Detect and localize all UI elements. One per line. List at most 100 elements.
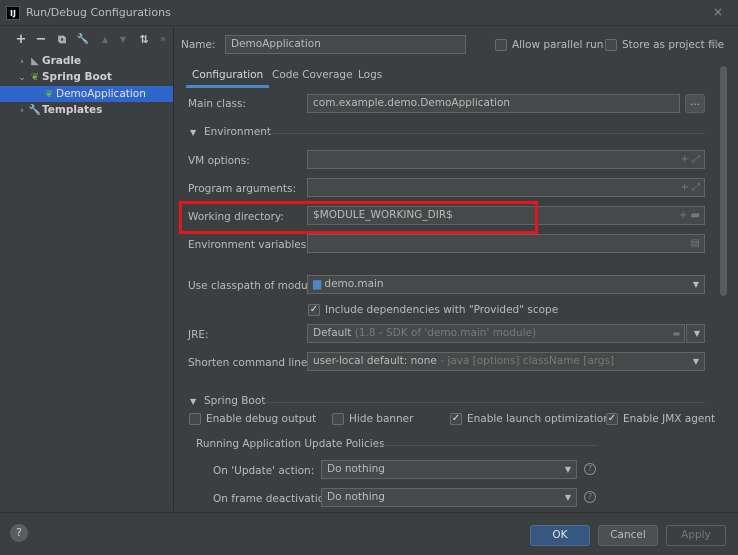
help-button[interactable]: ?	[10, 524, 28, 542]
enable-launch-optimization-label: Enable launch optimization	[467, 413, 610, 425]
enable-debug-output-checkbox[interactable]	[189, 413, 201, 425]
collapse-triangle-icon[interactable]: ▼	[190, 397, 196, 406]
folder-icon[interactable]: + ▬	[679, 207, 700, 224]
classpath-module-label: Use classpath of module:	[188, 280, 321, 292]
classpath-module-value: demo.main	[324, 278, 384, 290]
jre-select[interactable]: Default (1.8 - SDK of 'demo.main' module…	[307, 324, 685, 343]
copy-icon[interactable]: ⧉	[55, 33, 69, 47]
ok-button[interactable]: OK	[530, 525, 590, 546]
red-highlight-box	[179, 201, 538, 234]
name-input[interactable]: DemoApplication	[225, 35, 466, 54]
tab-code-coverage[interactable]: Code Coverage	[266, 66, 359, 88]
include-dependencies-checkbox[interactable]: ✓	[308, 304, 320, 316]
enable-jmx-agent-label: Enable JMX agent	[623, 413, 716, 425]
main-class-label: Main class:	[188, 98, 247, 110]
update-policies-title: Running Application Update Policies	[196, 438, 385, 450]
dropdown-arrow-icon: ▼	[564, 465, 571, 474]
jre-dropdown-button[interactable]: ▼	[686, 324, 705, 343]
environment-section-title: Environment	[204, 126, 272, 138]
program-arguments-input[interactable]: + ⤢	[307, 178, 705, 197]
edit-list-icon[interactable]: ▤	[691, 235, 700, 252]
vm-options-input[interactable]: + ⤢	[307, 150, 705, 169]
cancel-button[interactable]: Cancel	[598, 525, 658, 546]
tree-item-label: Spring Boot	[42, 71, 112, 83]
tab-logs[interactable]: Logs	[352, 66, 388, 88]
wrench-icon[interactable]: 🔧	[76, 33, 90, 47]
wrench-icon: 🔧	[28, 105, 42, 116]
on-update-select[interactable]: Do nothing ▼	[321, 460, 577, 479]
jre-label: JRE:	[188, 329, 209, 341]
vertical-scrollbar[interactable]	[720, 66, 727, 296]
dropdown-arrow-icon: ▼	[693, 329, 700, 338]
environment-variables-input[interactable]: ▤	[307, 234, 705, 253]
sort-icon[interactable]: ⇅	[137, 33, 151, 47]
shorten-command-line-label: Shorten command line:	[188, 357, 311, 369]
enable-jmx-agent-checkbox[interactable]: ✓	[606, 413, 618, 425]
shorten-command-line-select[interactable]: user-local default: none - java [options…	[307, 352, 705, 371]
intellij-app-icon: IJ	[6, 6, 20, 20]
program-arguments-label: Program arguments:	[188, 183, 296, 195]
on-frame-deactivation-label: On frame deactivation:	[213, 493, 335, 505]
tab-configuration[interactable]: Configuration	[186, 66, 270, 88]
on-frame-deactivation-select[interactable]: Do nothing ▼	[321, 488, 577, 507]
main-class-input[interactable]: com.example.demo.DemoApplication	[307, 94, 680, 113]
on-update-value: Do nothing	[327, 463, 385, 475]
shorten-value: user-local default: none	[313, 355, 437, 367]
tree-item-label: Gradle	[42, 55, 82, 67]
hide-banner-label: Hide banner	[349, 413, 414, 425]
tree-item-label: DemoApplication	[56, 88, 146, 100]
collapse-triangle-icon[interactable]: ▼	[190, 128, 196, 137]
expand-icon[interactable]: + ⤢	[680, 179, 700, 196]
tree-item-spring-boot[interactable]: ⌄ ❦ Spring Boot	[0, 69, 173, 85]
dropdown-arrow-icon: ▼	[692, 357, 699, 366]
tree-item-demo-application[interactable]: ❦ DemoApplication	[0, 86, 173, 102]
jre-hint: (1.8 - SDK of 'demo.main' module)	[354, 327, 537, 339]
apply-button[interactable]: Apply	[666, 525, 726, 546]
classpath-module-select[interactable]: ▆ demo.main ▼	[307, 275, 705, 294]
remove-icon[interactable]: −	[34, 33, 48, 47]
expand-icon[interactable]: + ⤢	[680, 151, 700, 168]
environment-variables-label: Environment variables:	[188, 239, 310, 251]
on-frame-value: Do nothing	[327, 491, 385, 503]
dropdown-arrow-icon: ▼	[564, 493, 571, 502]
browse-main-class-button[interactable]: ...	[685, 94, 705, 113]
chevron-right-icon: ›	[20, 106, 24, 116]
hide-banner-checkbox[interactable]	[332, 413, 344, 425]
tree-item-gradle[interactable]: › ◣ Gradle	[0, 53, 173, 69]
spring-boot-icon: ❦	[30, 72, 40, 83]
enable-launch-optimization-checkbox[interactable]: ✓	[450, 413, 462, 425]
section-divider	[372, 445, 597, 446]
section-divider	[268, 133, 705, 134]
chevron-right-icon: ›	[20, 57, 24, 67]
vm-options-label: VM options:	[188, 155, 250, 167]
module-icon: ▆	[313, 278, 322, 290]
store-project-checkbox[interactable]	[605, 39, 617, 51]
dropdown-arrow-icon: ▼	[692, 280, 699, 289]
more-icon[interactable]: »	[156, 33, 170, 47]
tree-item-templates[interactable]: › 🔧Templates	[0, 102, 173, 118]
name-label: Name:	[181, 39, 216, 51]
add-icon[interactable]: +	[14, 33, 28, 47]
section-divider	[262, 402, 705, 403]
window-title: Run/Debug Configurations	[26, 6, 171, 19]
gradle-icon: ◣	[31, 56, 39, 67]
folder-icon[interactable]: ▬	[672, 325, 680, 342]
allow-parallel-checkbox[interactable]	[495, 39, 507, 51]
title-bar: IJ Run/Debug Configurations ×	[0, 0, 738, 26]
enable-debug-output-label: Enable debug output	[206, 413, 317, 425]
allow-parallel-label: Allow parallel run	[512, 39, 604, 51]
help-icon[interactable]: ?	[584, 463, 596, 475]
jre-value: Default	[313, 327, 352, 339]
shorten-hint: - java [options] className [args]	[440, 355, 615, 367]
include-dependencies-label: Include dependencies with "Provided" sco…	[325, 304, 559, 316]
help-icon[interactable]: ?	[584, 491, 596, 503]
move-up-icon[interactable]: ▲	[98, 33, 112, 47]
close-button[interactable]: ×	[710, 4, 726, 20]
move-down-icon[interactable]: ▼	[116, 33, 130, 47]
spring-boot-icon: ❦	[44, 89, 54, 100]
spring-boot-section-title: Spring Boot	[204, 395, 266, 407]
on-update-label: On 'Update' action:	[213, 465, 315, 477]
tree-item-label: Templates	[42, 104, 103, 116]
chevron-down-icon: ⌄	[18, 73, 26, 83]
gear-icon[interactable]: ⚙	[709, 37, 719, 50]
